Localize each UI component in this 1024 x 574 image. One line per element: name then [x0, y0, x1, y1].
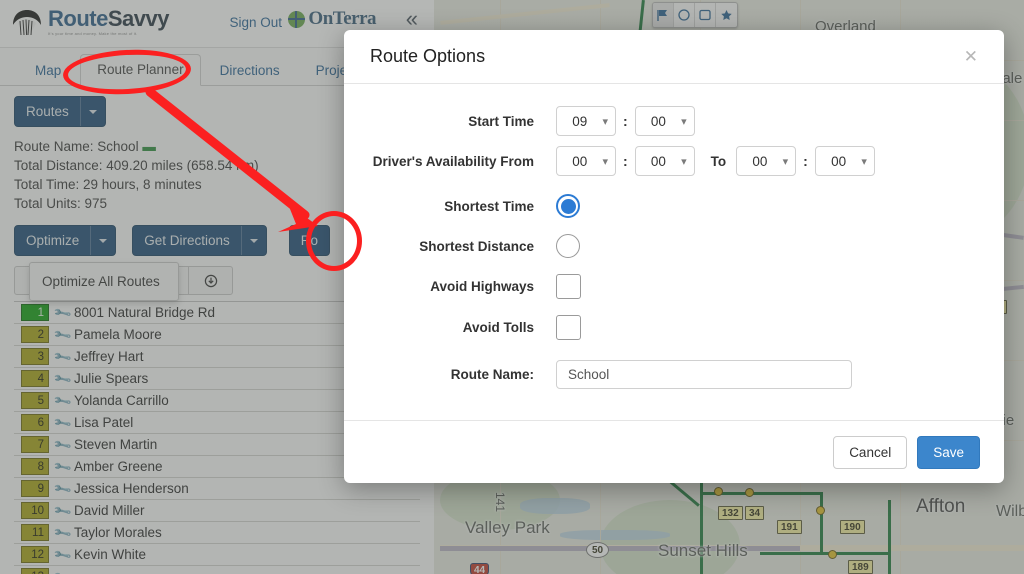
- route-name-row: Route Name:: [344, 360, 1004, 389]
- availability-from-hour-value: 00: [572, 153, 588, 169]
- start-hour-select[interactable]: 09 ▾: [556, 106, 616, 136]
- start-minute-value: 00: [650, 113, 666, 129]
- chevron-down-icon: ▾: [602, 115, 608, 128]
- availability-from-minute-select[interactable]: 00 ▾: [634, 146, 695, 176]
- time-separator: :: [623, 153, 628, 169]
- dialog-title: Route Options: [370, 46, 486, 66]
- availability-to-hour-select[interactable]: 00 ▾: [736, 146, 797, 176]
- start-time-label: Start Time: [468, 113, 534, 129]
- shortest-distance-row: Shortest Distance: [344, 234, 1004, 258]
- start-hour-value: 09: [572, 113, 588, 129]
- chevron-down-icon: ▾: [782, 155, 789, 168]
- route-options-dialog: Route Options ✕ Start Time 09 ▾ : 00 ▾ D…: [344, 30, 1004, 483]
- chevron-down-icon: ▾: [602, 155, 608, 168]
- dialog-header: Route Options ✕: [344, 30, 1004, 84]
- availability-row: Driver's Availability From 00 ▾ : 00 ▾ T…: [344, 146, 1004, 176]
- availability-label: Driver's Availability From: [372, 153, 534, 169]
- shortest-distance-label: Shortest Distance: [419, 238, 534, 254]
- availability-from-hour-select[interactable]: 00 ▾: [556, 146, 616, 176]
- dialog-body: Start Time 09 ▾ : 00 ▾ Driver's Availabi…: [344, 84, 1004, 420]
- cancel-button[interactable]: Cancel: [833, 435, 908, 469]
- route-name-label: Route Name:: [450, 367, 534, 382]
- close-icon[interactable]: ✕: [964, 48, 978, 65]
- availability-to-label: To: [710, 153, 727, 169]
- availability-to-minute-value: 00: [831, 153, 847, 169]
- shortest-distance-radio[interactable]: [556, 234, 580, 258]
- chevron-down-icon: ▾: [681, 115, 687, 128]
- avoid-highways-label: Avoid Highways: [430, 279, 534, 294]
- chevron-down-icon: ▾: [681, 155, 687, 168]
- avoid-highways-row: Avoid Highways: [344, 274, 1004, 299]
- avoid-tolls-row: Avoid Tolls: [344, 315, 1004, 340]
- start-minute-select[interactable]: 00 ▾: [634, 106, 695, 136]
- avoid-tolls-label: Avoid Tolls: [462, 320, 534, 335]
- shortest-time-label: Shortest Time: [444, 198, 534, 214]
- shortest-time-radio[interactable]: [556, 194, 580, 218]
- availability-to-hour-value: 00: [752, 153, 768, 169]
- dialog-footer: Cancel Save: [344, 420, 1004, 483]
- availability-from-minute-value: 00: [650, 153, 666, 169]
- start-time-row: Start Time 09 ▾ : 00 ▾: [344, 106, 1004, 136]
- route-name-input[interactable]: [556, 360, 852, 389]
- time-separator: :: [623, 113, 628, 129]
- chevron-down-icon: ▾: [861, 155, 867, 168]
- time-separator: :: [803, 153, 808, 169]
- save-button[interactable]: Save: [917, 435, 980, 469]
- avoid-highways-checkbox[interactable]: [556, 274, 581, 299]
- avoid-tolls-checkbox[interactable]: [556, 315, 581, 340]
- availability-to-minute-select[interactable]: 00 ▾: [814, 146, 875, 176]
- shortest-time-row: Shortest Time: [344, 194, 1004, 218]
- screen: Overland dale zie Affton Wilb Valley Par…: [0, 0, 1024, 574]
